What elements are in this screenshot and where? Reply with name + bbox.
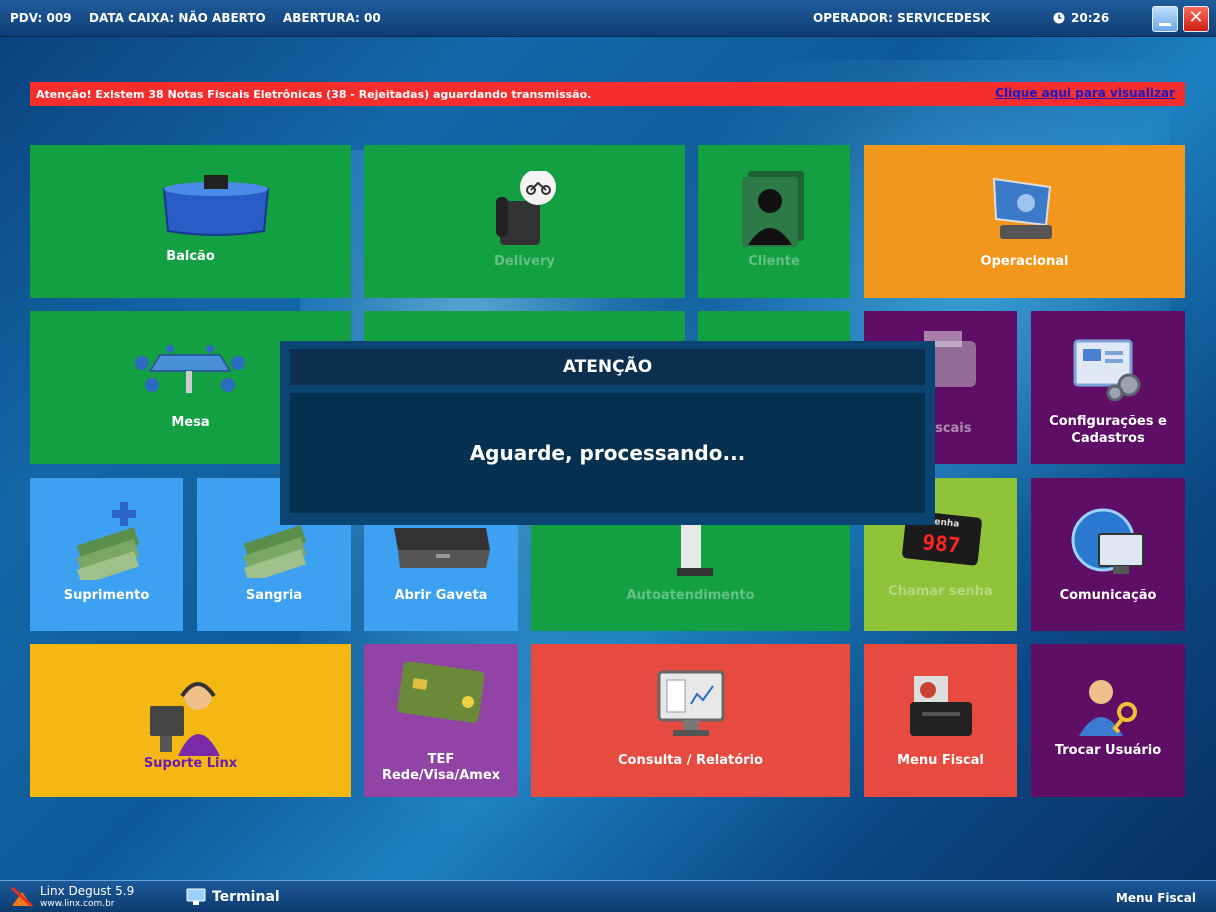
tile-operacional[interactable]: Operacional: [864, 145, 1185, 298]
tile-menu-fiscal-label: Menu Fiscal: [897, 753, 984, 768]
abertura-label: ABERTURA: 00: [283, 11, 381, 25]
clock-icon: [1053, 12, 1065, 24]
config-label-line2: Cadastros: [1071, 431, 1145, 446]
terminal-button[interactable]: Terminal: [212, 889, 280, 905]
dialog-title: ATENÇÃO: [290, 349, 925, 385]
tile-tef-label: TEF Rede/Visa/Amex: [364, 752, 518, 784]
client-cards-icon: [742, 171, 804, 247]
minimize-button[interactable]: [1152, 6, 1178, 32]
tile-delivery-label: Delivery: [494, 254, 555, 269]
tile-suporte-linx[interactable]: Suporte Linx: [30, 644, 351, 797]
top-status-bar: PDV: 009 DATA CAIXA: NÃO ABERTO ABERTURA…: [0, 0, 1216, 37]
dialog-message: Aguarde, processando...: [290, 393, 925, 513]
tile-trocar-usuario-label: Trocar Usuário: [1054, 743, 1162, 758]
user-key-icon: [1079, 680, 1137, 736]
tile-trocar-usuario[interactable]: Trocar Usuário: [1031, 644, 1185, 797]
kiosk-icon: [677, 518, 713, 576]
config-label-line1: Configurações e: [1049, 414, 1167, 429]
tile-configuracoes[interactable]: Configurações e Cadastros: [1031, 311, 1185, 464]
brand-url: www.linx.com.br: [40, 899, 115, 909]
cash-drawer-icon: [394, 528, 490, 568]
tile-menu-fiscal[interactable]: Menu Fiscal: [864, 644, 1017, 797]
globe-monitor-icon: [1071, 508, 1144, 574]
pdv-label: PDV: 009: [10, 11, 72, 25]
tef-label-line1: TEF: [427, 752, 455, 767]
tile-consulta-relatorio[interactable]: Consulta / Relatório: [531, 644, 850, 797]
tile-cliente-label: Cliente: [748, 254, 800, 269]
credit-card-icon: [397, 662, 485, 723]
tile-cliente[interactable]: Cliente: [698, 145, 850, 298]
menu-fiscal-taskbar-button[interactable]: Menu Fiscal: [1116, 891, 1196, 905]
brand-version: Linx Degust 5.9: [40, 884, 135, 898]
tile-suporte-label: Suporte Linx: [143, 756, 238, 771]
tile-consulta-label: Consulta / Relatório: [618, 753, 763, 768]
tile-autoatendimento-label: Autoatendimento: [626, 588, 755, 603]
nfe-alert-bar: Atenção! Existem 38 Notas Fiscais Eletrô…: [30, 82, 1185, 106]
tile-tef[interactable]: TEF Rede/Visa/Amex: [364, 644, 518, 797]
linx-logo-icon: [10, 886, 34, 908]
settings-screen-icon: [1073, 339, 1141, 401]
tile-abrir-gaveta-label: Abrir Gaveta: [394, 588, 488, 603]
view-notes-link[interactable]: Clique aqui para visualizar: [995, 86, 1175, 100]
clock-time: 20:26: [1071, 11, 1110, 25]
tile-suprimento[interactable]: Suprimento: [30, 478, 183, 631]
support-agent-icon: [150, 682, 220, 756]
alert-message: Atenção! Existem 38 Notas Fiscais Eletrô…: [36, 88, 592, 101]
table-chairs-icon: [135, 345, 245, 393]
tile-comunicacao[interactable]: Comunicação: [1031, 478, 1185, 631]
fiscal-printer-gear-icon: [910, 676, 972, 736]
tile-operacional-label: Operacional: [980, 254, 1069, 269]
money-plus-icon: [76, 502, 140, 580]
tile-balcao-label: Balcão: [166, 249, 215, 264]
operador-label: OPERADOR: SERVICEDESK: [813, 11, 991, 25]
terminal-monitor-icon: [186, 888, 206, 905]
delivery-phone-icon: [496, 171, 556, 245]
counter-icon: [162, 175, 270, 236]
report-monitor-icon: [657, 670, 725, 736]
tile-comunicacao-label: Comunicação: [1059, 588, 1157, 603]
tef-label-line2: Rede/Visa/Amex: [381, 768, 501, 783]
tile-chamar-senha-label: Chamar senha: [888, 584, 993, 599]
tile-delivery[interactable]: Delivery: [364, 145, 685, 298]
tile-configuracoes-label: Configurações e Cadastros: [1031, 413, 1185, 447]
close-button[interactable]: ✕: [1183, 6, 1209, 32]
bottom-taskbar: Linx Degust 5.9 www.linx.com.br Terminal…: [0, 880, 1216, 912]
data-caixa-label: DATA CAIXA: NÃO ABERTO: [89, 11, 266, 25]
tile-suprimento-label: Suprimento: [63, 588, 150, 603]
operational-terminal-icon: [992, 177, 1052, 239]
ticket-display-number: 987: [921, 530, 962, 558]
tile-sangria-label: Sangria: [245, 588, 303, 603]
processing-dialog: ATENÇÃO Aguarde, processando...: [280, 341, 935, 525]
tile-balcao[interactable]: Balcão: [30, 145, 351, 298]
